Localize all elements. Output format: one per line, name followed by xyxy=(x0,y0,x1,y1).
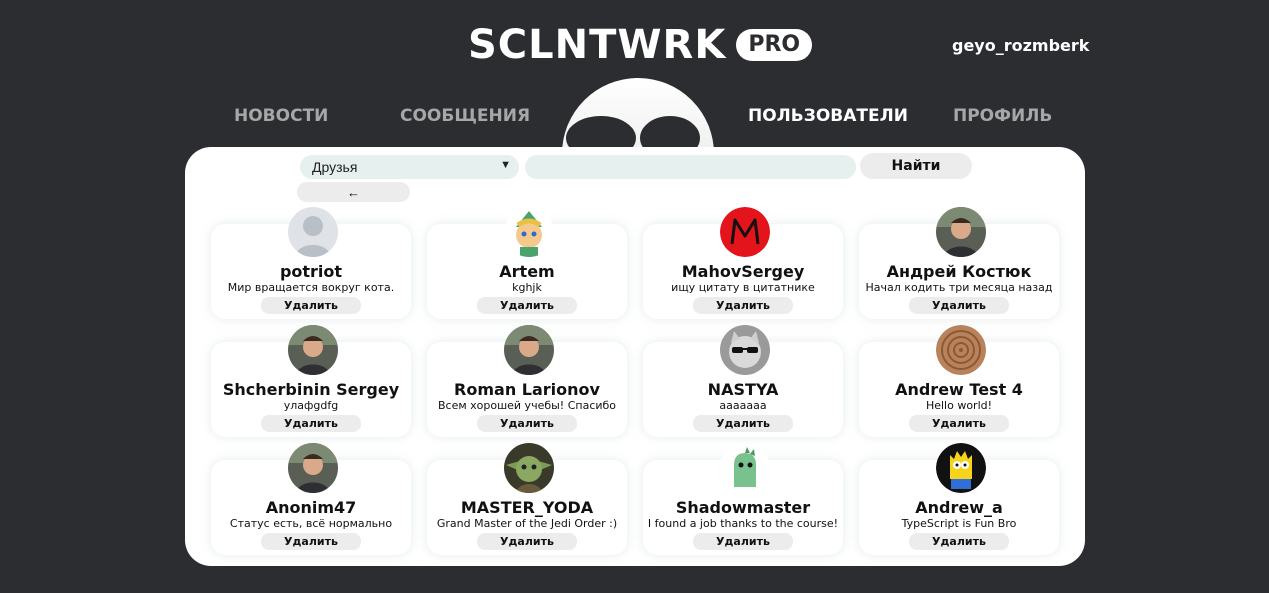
user-status: ааааааа xyxy=(719,399,767,412)
nav-messages[interactable]: СООБЩЕНИЯ xyxy=(400,106,530,126)
delete-friend-button[interactable]: Удалить xyxy=(477,533,577,550)
delete-friend-button[interactable]: Удалить xyxy=(261,415,361,432)
user-status: TypeScript is Fun Bro xyxy=(901,517,1017,530)
user-avatar[interactable] xyxy=(720,207,770,257)
user-name[interactable]: Roman Larionov xyxy=(427,380,627,399)
delete-friend-button[interactable]: Удалить xyxy=(909,415,1009,432)
user-avatar[interactable] xyxy=(504,443,554,493)
nav-profile[interactable]: ПРОФИЛЬ xyxy=(953,106,1052,126)
user-avatar[interactable] xyxy=(504,207,554,257)
user-name[interactable]: MahovSergey xyxy=(643,262,843,281)
delete-friend-button[interactable]: Удалить xyxy=(693,297,793,314)
user-name[interactable]: Andrew_a xyxy=(859,498,1059,517)
user-status: Начал кодить три месяца назад xyxy=(865,281,1053,294)
delete-friend-button[interactable]: Удалить xyxy=(909,297,1009,314)
user-status: Всем хорошей учебы! Спасибо xyxy=(437,399,617,412)
user-status: I found a job thanks to the course! xyxy=(647,517,839,530)
user-card[interactable]: Anonim47 Статус есть, всё нормально Удалит… xyxy=(211,443,411,555)
user-avatar[interactable] xyxy=(936,207,986,257)
chevron-down-icon: ▼ xyxy=(500,159,511,171)
back-button[interactable]: ← xyxy=(297,182,410,202)
delete-friend-button[interactable]: Удалить xyxy=(693,533,793,550)
user-avatar[interactable] xyxy=(288,325,338,375)
logo-text: SCLNTWRK xyxy=(468,22,727,68)
user-card[interactable]: potriot Мир вращается вокруг кота. Удалить xyxy=(211,207,411,319)
user-card[interactable]: Andrew Test 4 Hello world! Удалить xyxy=(859,325,1059,437)
filter-select-value: Друзья xyxy=(312,159,358,175)
search-input[interactable] xyxy=(525,155,856,179)
users-panel: Друзья ▼ Найти ← potriot Мир вращается во… xyxy=(185,147,1085,566)
delete-friend-button[interactable]: Удалить xyxy=(261,297,361,314)
user-name[interactable]: Artem xyxy=(427,262,627,281)
user-name[interactable]: Anonim47 xyxy=(211,498,411,517)
user-card[interactable]: Artem kghjk Удалить xyxy=(427,207,627,319)
nav-users[interactable]: ПОЛЬЗОВАТЕЛИ xyxy=(748,106,908,126)
user-avatar[interactable] xyxy=(936,443,986,493)
pro-badge: PRO xyxy=(736,29,813,61)
user-name[interactable]: Андрей Костюк xyxy=(859,262,1059,281)
delete-friend-button[interactable]: Удалить xyxy=(261,533,361,550)
user-status: Статус есть, всё нормально xyxy=(229,517,393,530)
user-status: Hello world! xyxy=(925,399,993,412)
user-name[interactable]: MASTER_YODA xyxy=(427,498,627,517)
user-card[interactable]: NASTYA ааааааа Удалить xyxy=(643,325,843,437)
user-name[interactable]: Shadowmaster xyxy=(643,498,843,517)
user-status: Grand Master of the Jedi Order :) xyxy=(436,517,618,530)
default-user-icon[interactable] xyxy=(288,207,338,257)
delete-friend-button[interactable]: Удалить xyxy=(477,297,577,314)
current-username[interactable]: geyo_rozmberk xyxy=(952,36,1089,55)
user-avatar[interactable] xyxy=(720,443,770,493)
user-card[interactable]: MahovSergey ищу цитату в цитатнике Удалить xyxy=(643,207,843,319)
delete-friend-button[interactable]: Удалить xyxy=(909,533,1009,550)
user-card[interactable]: Andrew_a TypeScript is Fun Bro Удалить xyxy=(859,443,1059,555)
app-logo[interactable]: SCLNTWRK PRO xyxy=(468,22,813,68)
user-status: Мир вращается вокруг кота. xyxy=(227,281,395,294)
user-card[interactable]: Shadowmaster I found a job thanks to the … xyxy=(643,443,843,555)
user-name[interactable]: Shcherbinin Sergey xyxy=(211,380,411,399)
user-card[interactable]: Shcherbinin Sergey улафgdfg Удалить xyxy=(211,325,411,437)
user-avatar[interactable] xyxy=(504,325,554,375)
find-button[interactable]: Найти xyxy=(860,153,972,179)
user-name[interactable]: Andrew Test 4 xyxy=(859,380,1059,399)
user-avatar[interactable] xyxy=(288,443,338,493)
user-card[interactable]: Андрей Костюк Начал кодить три месяца наз… xyxy=(859,207,1059,319)
user-name[interactable]: potriot xyxy=(211,262,411,281)
delete-friend-button[interactable]: Удалить xyxy=(693,415,793,432)
user-avatar[interactable] xyxy=(720,325,770,375)
delete-friend-button[interactable]: Удалить xyxy=(477,415,577,432)
user-card[interactable]: Roman Larionov Всем хорошей учебы! Спасиб… xyxy=(427,325,627,437)
user-avatar[interactable] xyxy=(936,325,986,375)
user-name[interactable]: NASTYA xyxy=(643,380,843,399)
nav-news[interactable]: НОВОСТИ xyxy=(234,106,328,126)
user-status: ищу цитату в цитатнике xyxy=(671,281,815,294)
user-card[interactable]: MASTER_YODA Grand Master of the Jedi Orde… xyxy=(427,443,627,555)
user-status: kghjk xyxy=(512,281,542,294)
filter-select[interactable]: Друзья ▼ xyxy=(300,155,519,179)
user-status: улафgdfg xyxy=(283,399,339,412)
